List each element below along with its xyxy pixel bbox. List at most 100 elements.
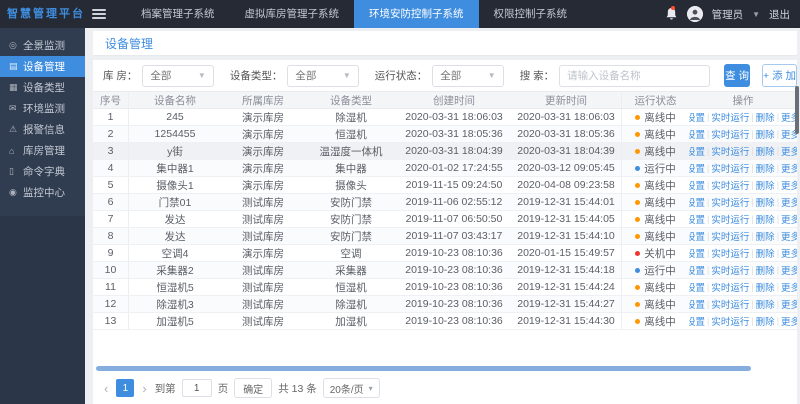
pagination: ‹ 1 › 到第 页 确定 共 13 条 20条/页 ▾ xyxy=(93,376,797,400)
op-link-2[interactable]: 实时运行 xyxy=(709,110,751,124)
op-link-4[interactable]: 更多 xyxy=(779,297,797,311)
goto-confirm-button[interactable]: 确定 xyxy=(234,378,273,398)
op-link-1[interactable]: 设置 xyxy=(689,178,707,192)
op-link-4[interactable]: 更多 xyxy=(779,314,797,328)
op-link-4[interactable]: 更多 xyxy=(779,161,797,175)
cell-status: 离线中 xyxy=(621,109,689,125)
notification-bell-icon[interactable] xyxy=(665,6,678,21)
op-link-3[interactable]: 删除 xyxy=(754,263,777,277)
op-link-4[interactable]: 更多 xyxy=(779,178,797,192)
sidebar-item-6[interactable]: ⌂ 库房管理 xyxy=(0,140,85,161)
user-avatar[interactable] xyxy=(686,6,703,22)
sidebar-item-7[interactable]: ▯ 命令字典 xyxy=(0,161,85,182)
op-link-1[interactable]: 设置 xyxy=(689,195,707,209)
op-link-1[interactable]: 设置 xyxy=(689,297,707,311)
op-link-2[interactable]: 实时运行 xyxy=(709,263,751,277)
status-dot-icon xyxy=(635,233,641,239)
op-link-3[interactable]: 删除 xyxy=(754,144,777,158)
op-link-2[interactable]: 实时运行 xyxy=(709,229,751,243)
op-link-1[interactable]: 设置 xyxy=(689,263,707,277)
horizontal-scrollbar-thumb[interactable] xyxy=(96,366,751,371)
op-link-1[interactable]: 设置 xyxy=(689,280,707,294)
query-button[interactable]: 查 询 xyxy=(724,64,751,87)
op-link-4[interactable]: 更多 xyxy=(779,195,797,209)
title-bar: 设备管理 xyxy=(93,31,797,56)
op-link-3[interactable]: 删除 xyxy=(754,297,777,311)
op-link-3[interactable]: 删除 xyxy=(754,229,777,243)
search-label: 搜 索： xyxy=(519,70,555,82)
hamburger-menu-icon[interactable] xyxy=(86,0,112,28)
next-page-button[interactable]: › xyxy=(140,381,148,396)
op-link-2[interactable]: 实时运行 xyxy=(709,314,751,328)
tab-system-3[interactable]: 环境安防控制子系统 xyxy=(354,0,479,28)
column-header-name: 设备名称 xyxy=(154,94,196,107)
op-link-3[interactable]: 删除 xyxy=(754,161,777,175)
sidebar-item-1[interactable]: ◎ 全景监测 xyxy=(0,35,85,56)
op-link-3[interactable]: 删除 xyxy=(754,178,777,192)
page-number-button[interactable]: 1 xyxy=(116,379,135,397)
op-link-3[interactable]: 删除 xyxy=(754,280,777,294)
sidebar-item-4[interactable]: ✉ 环境监测 xyxy=(0,98,85,119)
warehouse-select[interactable]: 全部 ▼ xyxy=(142,64,214,87)
cell-ops: 设置 | 实时运行 | 删除 | 更多 xyxy=(689,160,797,176)
cell-type: 安防门禁 xyxy=(330,230,372,243)
op-link-2[interactable]: 实时运行 xyxy=(709,144,751,158)
sidebar-item-3[interactable]: ▦ 设备类型 xyxy=(0,77,85,98)
tab-system-4[interactable]: 权限控制子系统 xyxy=(479,0,583,28)
op-link-4[interactable]: 更多 xyxy=(779,212,797,226)
op-link-1[interactable]: 设置 xyxy=(689,314,707,328)
op-link-1[interactable]: 设置 xyxy=(689,127,707,141)
op-link-4[interactable]: 更多 xyxy=(779,263,797,277)
cell-no: 8 xyxy=(93,228,129,244)
op-link-2[interactable]: 实时运行 xyxy=(709,246,751,260)
op-link-3[interactable]: 删除 xyxy=(754,314,777,328)
status-dot-icon xyxy=(635,250,641,256)
sidebar-item-5[interactable]: ⚠ 报警信息 xyxy=(0,119,85,140)
op-link-1[interactable]: 设置 xyxy=(689,212,707,226)
tab-system-2[interactable]: 虚拟库房管理子系统 xyxy=(230,0,355,28)
sidebar-item-2[interactable]: ▤ 设备管理 xyxy=(0,56,85,77)
logout-button[interactable]: 退出 xyxy=(769,7,790,22)
op-link-2[interactable]: 实时运行 xyxy=(709,212,751,226)
add-button[interactable]: + 添 加 xyxy=(762,64,797,87)
op-link-4[interactable]: 更多 xyxy=(779,144,797,158)
sidebar-item-8[interactable]: ◉ 监控中心 xyxy=(0,182,85,203)
op-link-3[interactable]: 删除 xyxy=(754,127,777,141)
run-status-select[interactable]: 全部 ▼ xyxy=(432,64,504,87)
op-link-1[interactable]: 设置 xyxy=(689,110,707,124)
cell-created: 2019-10-23 08:10:36 xyxy=(405,247,503,259)
cell-ops: 设置 | 实时运行 | 删除 | 更多 xyxy=(689,177,797,193)
op-link-3[interactable]: 删除 xyxy=(754,212,777,226)
op-link-4[interactable]: 更多 xyxy=(779,246,797,260)
device-type-select[interactable]: 全部 ▼ xyxy=(287,64,359,87)
cell-type: 安防门禁 xyxy=(330,196,372,209)
op-link-2[interactable]: 实时运行 xyxy=(709,195,751,209)
user-menu-caret-icon[interactable]: ▼ xyxy=(752,10,760,19)
tab-system-1[interactable]: 档案管理子系统 xyxy=(126,0,230,28)
op-link-1[interactable]: 设置 xyxy=(689,144,707,158)
op-link-2[interactable]: 实时运行 xyxy=(709,280,751,294)
prev-page-button[interactable]: ‹ xyxy=(102,381,110,396)
goto-page-input[interactable] xyxy=(181,379,212,397)
monitor-icon: ◉ xyxy=(9,187,17,197)
user-name[interactable]: 管理员 xyxy=(712,7,744,22)
op-link-2[interactable]: 实时运行 xyxy=(709,178,751,192)
op-link-3[interactable]: 删除 xyxy=(754,246,777,260)
cell-updated: 2020-03-31 18:04:39 xyxy=(517,145,615,157)
op-link-1[interactable]: 设置 xyxy=(689,246,707,260)
op-link-2[interactable]: 实时运行 xyxy=(709,127,751,141)
page-size-select[interactable]: 20条/页 ▾ xyxy=(322,378,380,398)
op-link-2[interactable]: 实时运行 xyxy=(709,161,751,175)
op-link-2[interactable]: 实时运行 xyxy=(709,297,751,311)
search-input[interactable] xyxy=(559,64,711,87)
vertical-scrollbar-thumb[interactable] xyxy=(795,86,799,134)
status-dot-icon xyxy=(635,267,641,273)
cell-no: 9 xyxy=(93,245,129,261)
op-link-3[interactable]: 删除 xyxy=(754,195,777,209)
op-link-4[interactable]: 更多 xyxy=(779,280,797,294)
op-link-1[interactable]: 设置 xyxy=(689,229,707,243)
op-link-1[interactable]: 设置 xyxy=(689,161,707,175)
op-link-3[interactable]: 删除 xyxy=(754,110,777,124)
cell-updated: 2019-12-31 15:44:18 xyxy=(517,264,615,276)
op-link-4[interactable]: 更多 xyxy=(779,229,797,243)
